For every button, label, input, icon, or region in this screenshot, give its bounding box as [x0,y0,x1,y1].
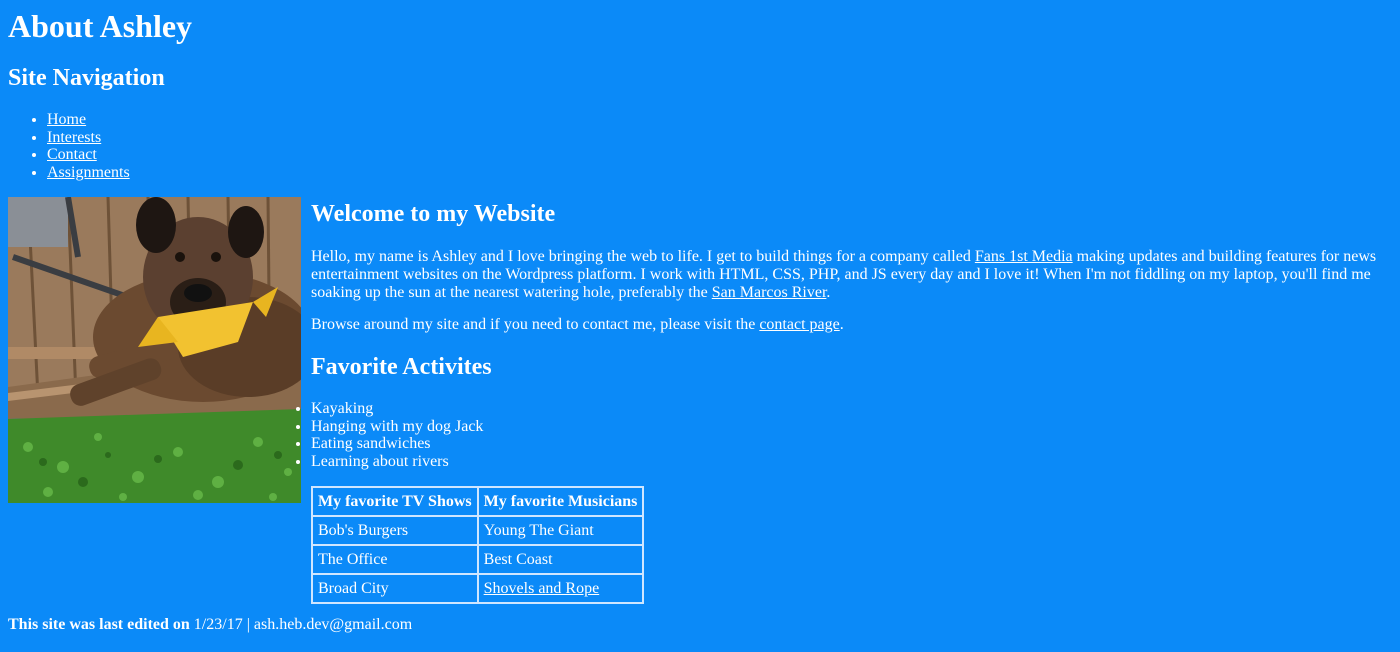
table-cell: Bob's Burgers [312,516,478,545]
nav-link-contact[interactable]: Contact [47,146,97,163]
nav-item-home: Home [47,111,130,129]
nav-link-assignments[interactable]: Assignments [47,164,130,181]
page-title: About Ashley [8,8,193,44]
favorite-activities-heading: Favorite Activites [311,354,492,380]
list-item: Learning about rivers [311,453,483,471]
footer-separator: | [246,616,250,633]
shovels-and-rope-link[interactable]: Shovels and Rope [484,580,600,597]
table-cell: Shovels and Rope [477,574,644,603]
table-header-row: My favorite TV Shows My favorite Musicia… [312,487,644,516]
tv-shows-header: My favorite TV Shows [312,487,478,516]
site-navigation-heading: Site Navigation [8,65,165,91]
last-edited-label: This site was last edited on [8,616,190,633]
table-row: Broad City Shovels and Rope [312,574,644,603]
table-row: Bob's Burgers Young The Giant [312,516,644,545]
last-edited-date: 1/23/17 [193,616,243,633]
contact-page-link[interactable]: contact page [759,316,839,333]
table-row: The Office Best Coast [312,545,644,574]
list-item: Eating sandwiches [311,435,483,453]
favorites-table: My favorite TV Shows My favorite Musicia… [311,486,645,604]
list-item: Kayaking [311,400,483,418]
contact-text-start: Browse around my site and if you need to… [311,316,760,333]
main-content: Welcome to my Website Hello, my name is … [311,199,1400,604]
welcome-heading: Welcome to my Website [311,201,556,227]
table-cell: Best Coast [477,545,644,574]
intro-paragraph: Hello, my name is Ashley and I love brin… [311,248,1400,302]
contact-email: ash.heb.dev@gmail.com [253,616,413,633]
contact-text-end: . [839,316,844,333]
footer: This site was last edited on 1/23/17 | a… [8,616,412,634]
fans-1st-media-link[interactable]: Fans 1st Media [975,248,1073,265]
activities-list: Kayaking Hanging with my dog Jack Eating… [311,400,483,470]
contact-paragraph: Browse around my site and if you need to… [311,316,844,334]
table-cell: Broad City [312,574,478,603]
musicians-header: My favorite Musicians [477,487,644,516]
nav-item-assignments: Assignments [47,164,130,182]
table-cell: Young The Giant [477,516,644,545]
nav-link-interests[interactable]: Interests [47,129,101,146]
nav-item-contact: Contact [47,146,130,164]
list-item: Hanging with my dog Jack [311,418,483,436]
san-marcos-river-link[interactable]: San Marcos River [712,284,827,301]
dog-photo [8,197,301,503]
site-navigation: Home Interests Contact Assignments [8,111,130,181]
intro-text-start: Hello, my name is Ashley and I love brin… [311,248,975,265]
nav-link-home[interactable]: Home [47,111,86,128]
intro-text-end: . [826,284,831,301]
table-cell: The Office [312,545,478,574]
nav-item-interests: Interests [47,129,130,147]
